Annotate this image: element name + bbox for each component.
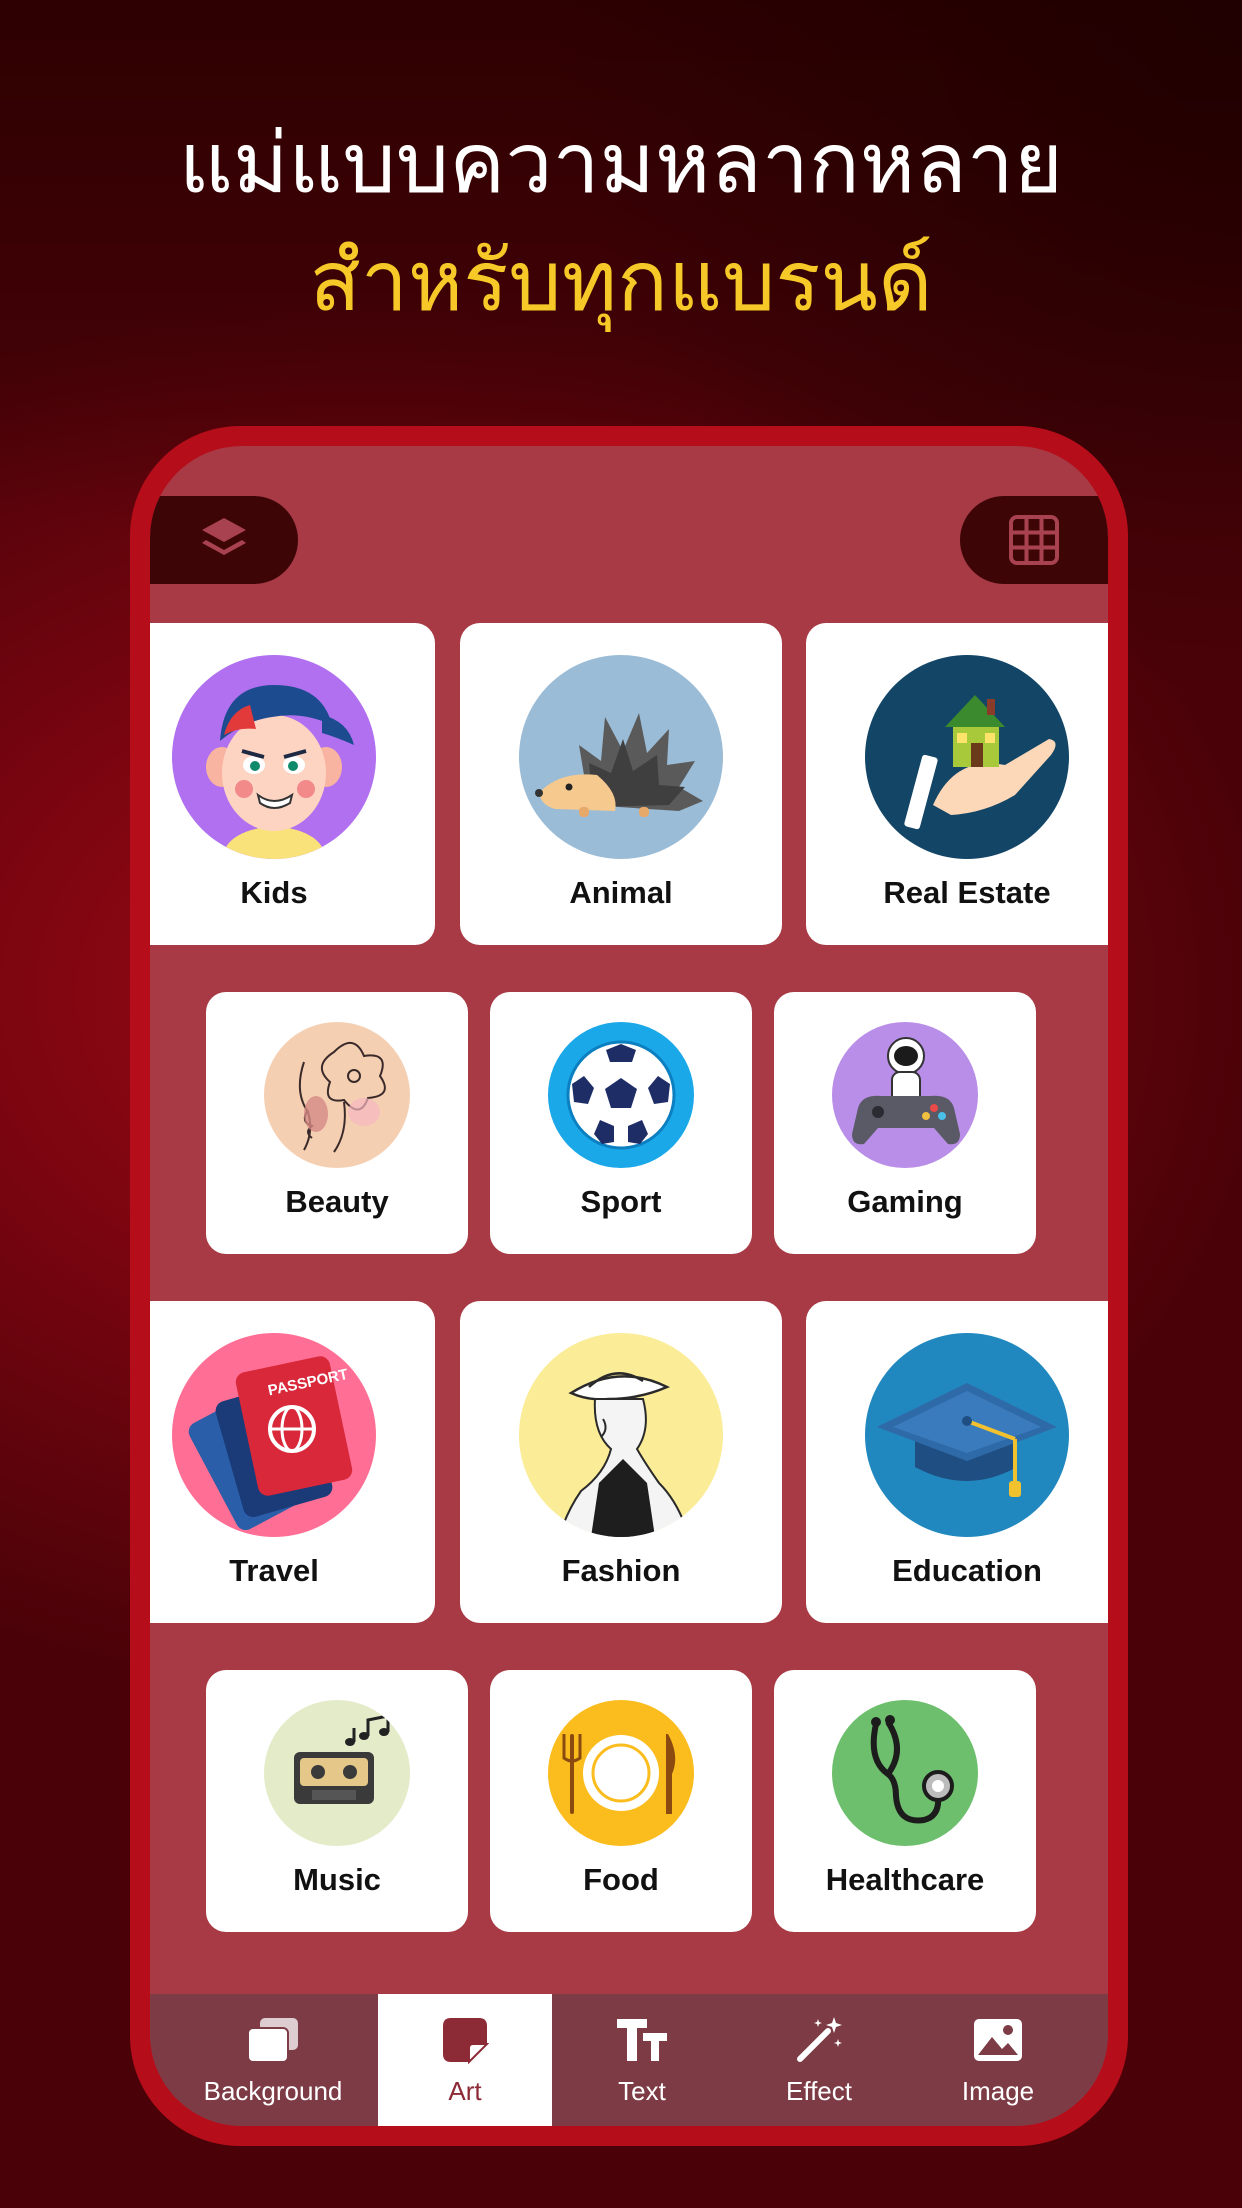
category-card-travel[interactable]: PASSPORT Travel [150, 1301, 435, 1623]
category-label: Animal [569, 875, 673, 910]
tab-label: Text [618, 2076, 666, 2106]
category-card-gaming[interactable]: Gaming [774, 992, 1036, 1254]
hedgehog-icon [519, 655, 723, 859]
category-card-music[interactable]: Music [206, 1670, 468, 1932]
category-card-sport[interactable]: Sport [490, 992, 752, 1254]
kid-face-icon [172, 655, 376, 859]
bottom-tab-bar: Background Art Text Effect Image [150, 1994, 1108, 2126]
sticker-icon [443, 2018, 489, 2064]
category-card-real-estate[interactable]: Real Estate [806, 623, 1108, 945]
category-card-beauty[interactable]: Beauty [206, 992, 468, 1254]
tab-label: Image [961, 2076, 1035, 2106]
stethoscope-icon [832, 1700, 978, 1846]
category-label: Fashion [561, 1553, 681, 1588]
magic-wand-icon [797, 2017, 842, 2062]
tab-label: Background [203, 2076, 343, 2106]
tab-background[interactable]: Background [180, 1994, 366, 2126]
passport-icon: PASSPORT [172, 1333, 376, 1537]
category-label: Food [583, 1862, 659, 1897]
text-icon [617, 2019, 667, 2061]
category-card-animal[interactable]: Animal [460, 623, 782, 945]
category-card-kids[interactable]: Kids [150, 623, 435, 945]
category-label: Music [293, 1862, 381, 1897]
headline-line-2: สำหรับทุกแบรนด์ [309, 232, 933, 330]
soccer-ball-icon [548, 1022, 694, 1168]
tab-label: Effect [785, 2076, 852, 2106]
category-label: Travel [229, 1553, 319, 1588]
plate-icon [548, 1700, 694, 1846]
category-label: Gaming [847, 1184, 963, 1219]
category-label: Sport [580, 1184, 662, 1219]
category-label: Kids [240, 875, 308, 910]
tab-text[interactable]: Text [552, 1994, 732, 2126]
category-card-education[interactable]: Education [806, 1301, 1108, 1623]
tab-image[interactable]: Image [906, 1994, 1090, 2126]
tab-label: Art [448, 2076, 482, 2106]
category-label: Healthcare [825, 1862, 985, 1897]
grid-icon [1009, 515, 1059, 565]
category-card-fashion[interactable]: Fashion [460, 1301, 782, 1623]
graduation-cap-icon [865, 1333, 1069, 1537]
layers-icon [202, 518, 246, 555]
astronaut-gamepad-icon [832, 1022, 978, 1168]
category-card-healthcare[interactable]: Healthcare [774, 1670, 1036, 1932]
grid-button[interactable] [960, 496, 1108, 584]
layers-button[interactable] [150, 496, 298, 584]
category-label: Beauty [285, 1184, 389, 1219]
tab-art[interactable]: Art [378, 1994, 552, 2126]
woman-hat-icon [519, 1333, 723, 1537]
tab-effect[interactable]: Effect [732, 1994, 906, 2126]
background-icon [247, 2018, 298, 2063]
cassette-icon [264, 1700, 410, 1846]
category-label: Real Estate [883, 875, 1051, 910]
image-icon [974, 2019, 1022, 2061]
phone-screen: Kids Animal Real Estate Beauty Sport Gam… [150, 446, 1108, 2126]
face-flower-icon [264, 1022, 410, 1168]
category-label: Education [892, 1553, 1042, 1588]
headline-line-1: แม่แบบความหลากหลาย [178, 114, 1064, 212]
house-in-hand-icon [865, 655, 1069, 859]
category-card-food[interactable]: Food [490, 1670, 752, 1932]
